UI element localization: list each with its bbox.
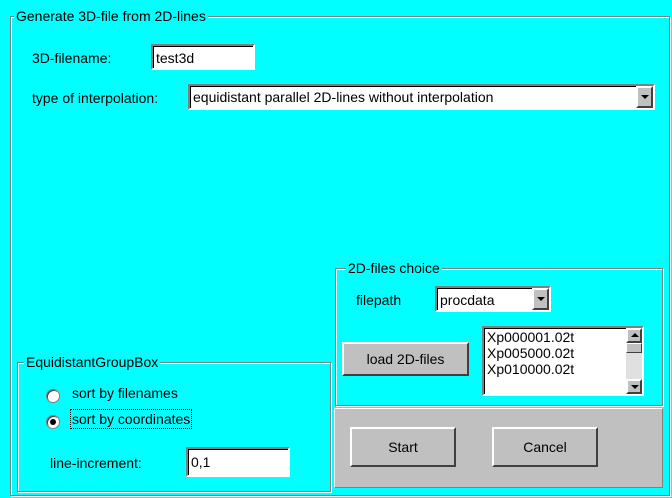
filepath-dropdown-button[interactable]: [532, 288, 549, 310]
list-item[interactable]: Xp010000.02t: [487, 362, 574, 377]
chevron-down-icon: [640, 95, 649, 99]
scroll-down-icon: [631, 385, 639, 389]
scroll-up-icon: [631, 333, 639, 337]
filename-input[interactable]: test3d: [151, 44, 255, 70]
line-increment-input[interactable]: 0,1: [186, 447, 290, 477]
interpolation-label: type of interpolation:: [32, 90, 159, 106]
files-groupbox-title: 2D-files choice: [346, 260, 442, 276]
sort-by-filenames-radio[interactable]: [46, 389, 60, 403]
scroll-up-button[interactable]: [626, 328, 642, 343]
load-2d-files-button[interactable]: load 2D-files: [342, 342, 469, 376]
interpolation-select-value: equidistant parallel 2D-lines without in…: [193, 89, 494, 105]
filepath-select-value: procdata: [440, 292, 495, 308]
scroll-thumb[interactable]: [626, 343, 642, 353]
sort-by-coordinates-radio[interactable]: [46, 415, 60, 429]
line-increment-input-value: 0,1: [191, 454, 211, 470]
files-scrollbar[interactable]: [626, 328, 642, 394]
interpolation-select[interactable]: equidistant parallel 2D-lines without in…: [188, 84, 655, 110]
cancel-button[interactable]: Cancel: [492, 427, 598, 467]
filename-label: 3D-filename:: [32, 50, 112, 66]
equidistant-groupbox-title: EquidistantGroupBox: [24, 354, 161, 370]
filepath-select[interactable]: procdata: [435, 286, 551, 312]
sort-by-filenames-label[interactable]: sort by filenames: [72, 385, 178, 401]
list-item[interactable]: Xp000001.02t: [487, 330, 574, 345]
filename-input-value: test3d: [156, 50, 195, 66]
radio-selected-dot: [50, 419, 56, 425]
files-listbox[interactable]: Xp000001.02t Xp005000.02t Xp010000.02t: [482, 326, 644, 396]
sort-by-coordinates-label[interactable]: sort by coordinates: [69, 409, 193, 429]
scroll-down-button[interactable]: [626, 379, 642, 394]
filepath-label: filepath: [356, 292, 402, 308]
line-increment-label: line-increment:: [50, 455, 142, 471]
start-button[interactable]: Start: [350, 427, 456, 467]
list-item[interactable]: Xp005000.02t: [487, 346, 574, 361]
main-groupbox-title: Generate 3D-file from 2D-lines: [14, 8, 208, 24]
chevron-down-icon: [536, 297, 545, 301]
interpolation-dropdown-button[interactable]: [636, 86, 653, 108]
